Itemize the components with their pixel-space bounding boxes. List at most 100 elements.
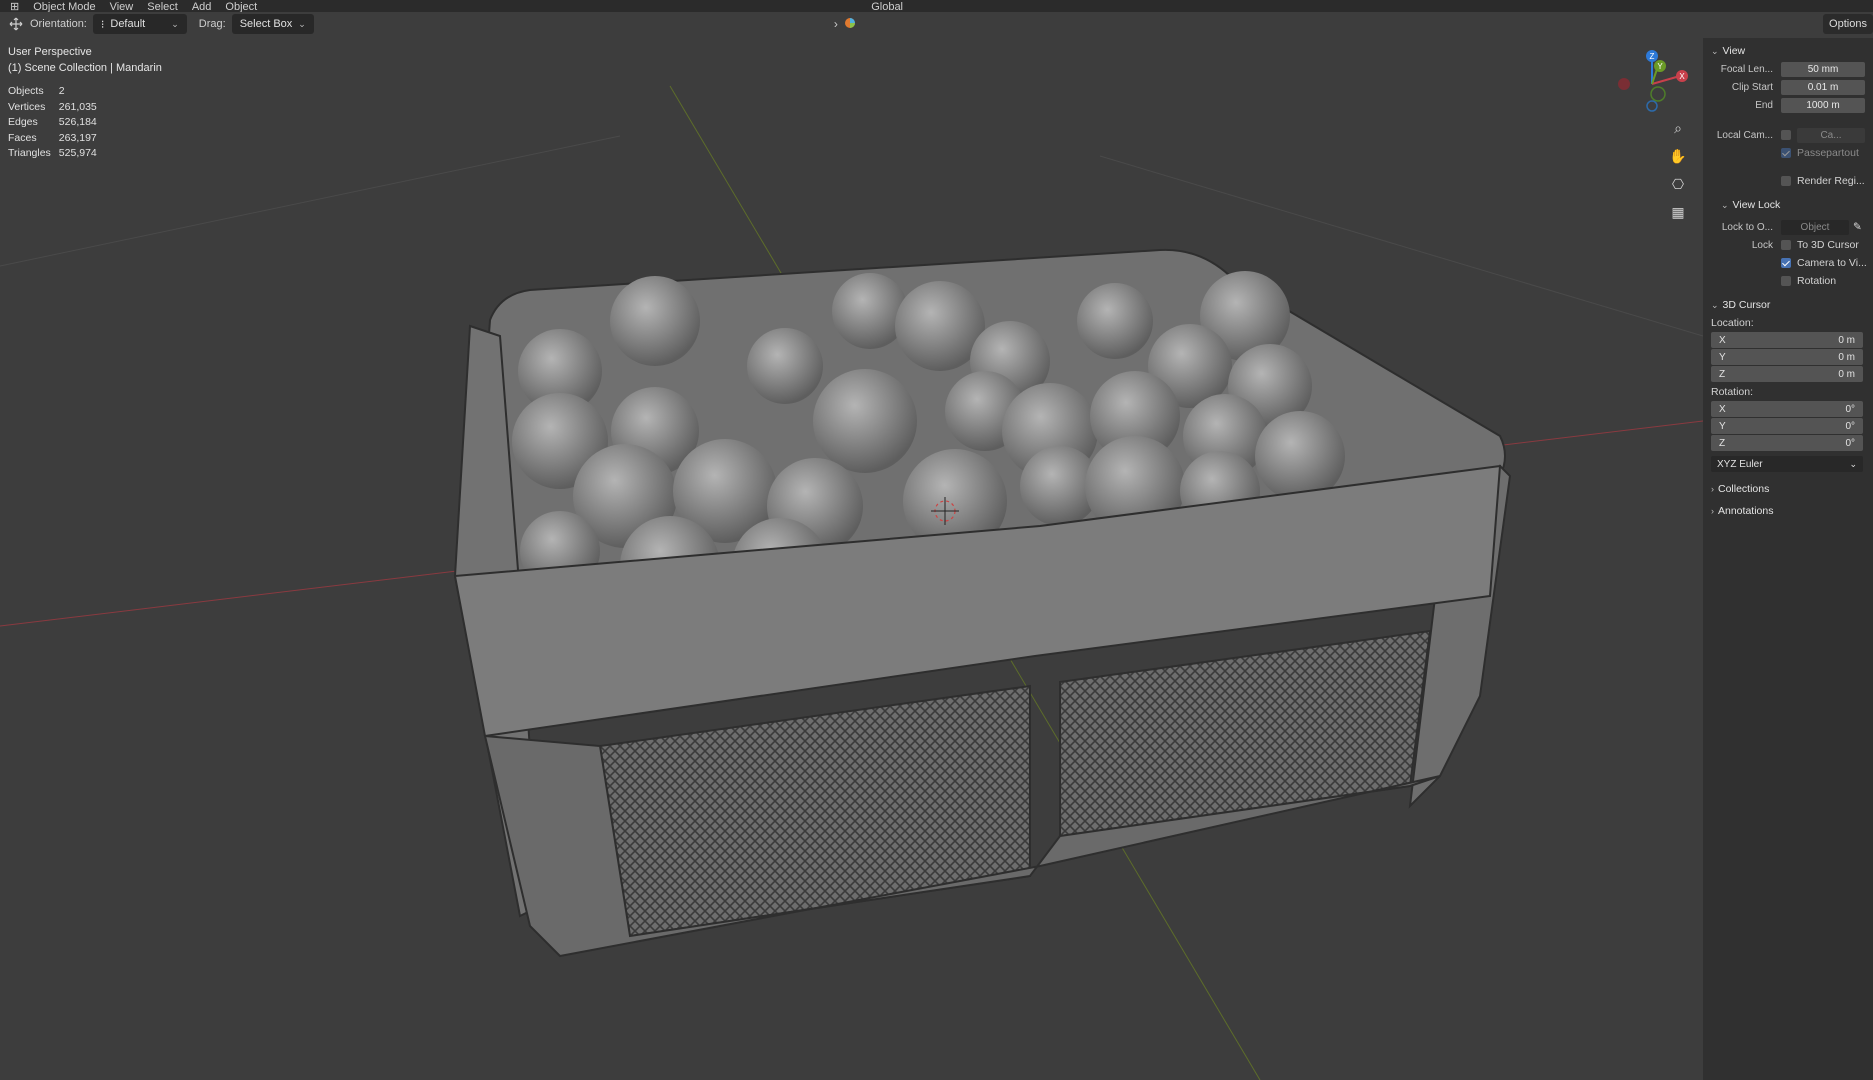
- navigation-gizmo[interactable]: Z X Y: [1610, 44, 1700, 114]
- grid-ortho-icon[interactable]: ▦: [1666, 200, 1690, 224]
- clip-end-row: End 1000 m: [1703, 96, 1873, 114]
- axis-label: Y: [1719, 351, 1726, 363]
- gizmo-y-label: Y: [1657, 62, 1663, 71]
- focal-length-row: Focal Len... 50 mm: [1703, 60, 1873, 78]
- drag-dropdown[interactable]: Select Box ⌄: [231, 14, 314, 34]
- menu-view[interactable]: View: [110, 2, 134, 13]
- view-lock-header[interactable]: ⌄ View Lock: [1703, 196, 1873, 214]
- chevron-down-icon: ⌄: [171, 18, 179, 29]
- camera-to-view-label: Camera to Vi...: [1797, 257, 1867, 269]
- chevron-down-icon: ⌄: [1711, 45, 1719, 56]
- local-camera-row: Local Cam... Ca...: [1703, 126, 1873, 144]
- gizmo-z-label: Z: [1650, 52, 1655, 61]
- orientation-icon: ⁝: [100, 18, 105, 31]
- axis-value: 0 m: [1838, 368, 1855, 380]
- section-title: 3D Cursor: [1722, 299, 1771, 311]
- stat-row: Faces 263,197: [8, 131, 105, 147]
- cursor-location-z[interactable]: Z 0 m: [1711, 366, 1863, 382]
- mode-selector[interactable]: Object Mode: [33, 2, 95, 13]
- location-label: Location:: [1711, 317, 1754, 329]
- stat-value: 526,184: [58, 116, 97, 128]
- camera-view-icon[interactable]: ⎔: [1666, 172, 1690, 196]
- perspective-label: User Perspective: [8, 46, 92, 58]
- cursor-location-x[interactable]: X 0 m: [1711, 332, 1863, 348]
- camera-to-view-checkbox[interactable]: [1781, 258, 1791, 268]
- stat-row: Objects 2: [8, 84, 105, 100]
- render-region-checkbox[interactable]: [1781, 176, 1791, 186]
- menu-object[interactable]: Object: [225, 2, 257, 13]
- clip-start-row: Clip Start 0.01 m: [1703, 78, 1873, 96]
- axis-value: 0°: [1845, 403, 1855, 415]
- scene-statistics: Objects 2 Vertices 261,035 Edges 526,184 Fa…: [8, 84, 105, 162]
- axis-value: 0 m: [1838, 334, 1855, 346]
- axis-label: X: [1719, 334, 1726, 346]
- viewport-3d[interactable]: [0, 36, 1703, 1080]
- section-title: View: [1722, 45, 1746, 57]
- drag-label: Drag:: [198, 18, 226, 30]
- stat-value: 525,974: [58, 147, 97, 159]
- cursor-rotation-x[interactable]: X 0°: [1711, 401, 1863, 417]
- 3d-cursor-header[interactable]: ⌄ 3D Cursor: [1703, 296, 1873, 314]
- to-3d-cursor-checkbox[interactable]: [1781, 240, 1791, 250]
- annotations-header[interactable]: › Annotations: [1703, 502, 1873, 520]
- menu-add[interactable]: Add: [192, 2, 212, 13]
- shading-ball-icon[interactable]: [844, 17, 856, 32]
- to-3d-cursor-label: To 3D Cursor: [1797, 239, 1859, 251]
- menu-select[interactable]: Select: [147, 2, 178, 13]
- clip-end-field[interactable]: 1000 m: [1781, 97, 1865, 113]
- rotation-mode-value: XYZ Euler: [1717, 458, 1763, 470]
- zoom-icon[interactable]: ⌕: [1666, 116, 1690, 140]
- viewport-info: User Perspective (1) Scene Collection | …: [8, 44, 162, 76]
- view-section-header[interactable]: ⌄ View: [1703, 42, 1873, 60]
- focal-length-field[interactable]: 50 mm: [1781, 61, 1865, 77]
- collections-header[interactable]: › Collections: [1703, 480, 1873, 498]
- orientation-label: Orientation:: [30, 18, 87, 30]
- sidebar-panel: ⌄ View Focal Len... 50 mm Clip Start 0.01 m…: [1703, 38, 1873, 1080]
- crate-lattice-left: [598, 684, 1031, 938]
- lock-to-object-field[interactable]: Object: [1781, 219, 1849, 235]
- stat-value: 2: [58, 85, 65, 97]
- stat-value: 263,197: [58, 131, 97, 144]
- local-camera-field[interactable]: Ca...: [1797, 127, 1865, 143]
- chevron-down-icon: ⌄: [1721, 199, 1729, 210]
- field-label: Focal Len...: [1720, 63, 1773, 75]
- axis-label: Z: [1719, 368, 1726, 380]
- rotation-label: Rotation:: [1711, 386, 1754, 398]
- axis-label: X: [1719, 403, 1726, 415]
- axis-value: 0°: [1845, 420, 1855, 432]
- cursor-rotation-z[interactable]: Z 0°: [1711, 435, 1863, 451]
- section-title: Collections: [1718, 483, 1770, 495]
- editor-type-icon[interactable]: ⊞: [10, 2, 19, 13]
- field-label: End: [1755, 99, 1773, 111]
- orientation-dropdown[interactable]: ⁝ Default ⌄: [92, 14, 187, 34]
- lock-cursor-row: Lock To 3D Cursor: [1703, 236, 1873, 254]
- hand-pan-icon[interactable]: ✋: [1666, 144, 1690, 168]
- lock-rotation-label: Rotation: [1797, 275, 1837, 287]
- local-camera-checkbox[interactable]: [1781, 130, 1791, 140]
- chevron-down-icon: ⌄: [1711, 299, 1719, 310]
- stat-row: Edges 526,184: [8, 115, 105, 131]
- chevron-down-icon: ⌄: [298, 18, 306, 29]
- cursor-location-y[interactable]: Y 0 m: [1711, 349, 1863, 365]
- transform-orientation[interactable]: Global: [871, 2, 903, 13]
- location-label-row: Location:: [1703, 314, 1873, 332]
- field-label: Lock: [1751, 239, 1773, 251]
- axis-label: Z: [1719, 437, 1726, 449]
- header-bar: ⊞ Object Mode View Select Add Object Glo…: [0, 0, 1873, 12]
- clip-start-field[interactable]: 0.01 m: [1781, 79, 1865, 95]
- lock-rotation-checkbox[interactable]: [1781, 276, 1791, 286]
- rotation-mode-select[interactable]: XYZ Euler ⌄: [1711, 456, 1863, 472]
- gizmo-expander[interactable]: ›: [834, 17, 838, 31]
- transform-tool-icon[interactable]: [8, 16, 24, 32]
- orientation-value: Default: [110, 18, 146, 30]
- passepartout-checkbox[interactable]: [1781, 148, 1791, 158]
- navigation-buttons: ⌕ ✋ ⎔ ▦: [1666, 116, 1690, 228]
- collection-label: (1) Scene Collection | Mandarin: [8, 62, 162, 74]
- lock-rotation-row: Rotation: [1703, 272, 1873, 290]
- drag-value: Select Box: [239, 18, 293, 30]
- eyedropper-icon[interactable]: ✎: [1853, 221, 1862, 233]
- options-button[interactable]: Options: [1823, 14, 1873, 34]
- field-label: Lock to O...: [1721, 221, 1773, 233]
- chevron-down-icon: ⌄: [1849, 458, 1857, 469]
- cursor-rotation-y[interactable]: Y 0°: [1711, 418, 1863, 434]
